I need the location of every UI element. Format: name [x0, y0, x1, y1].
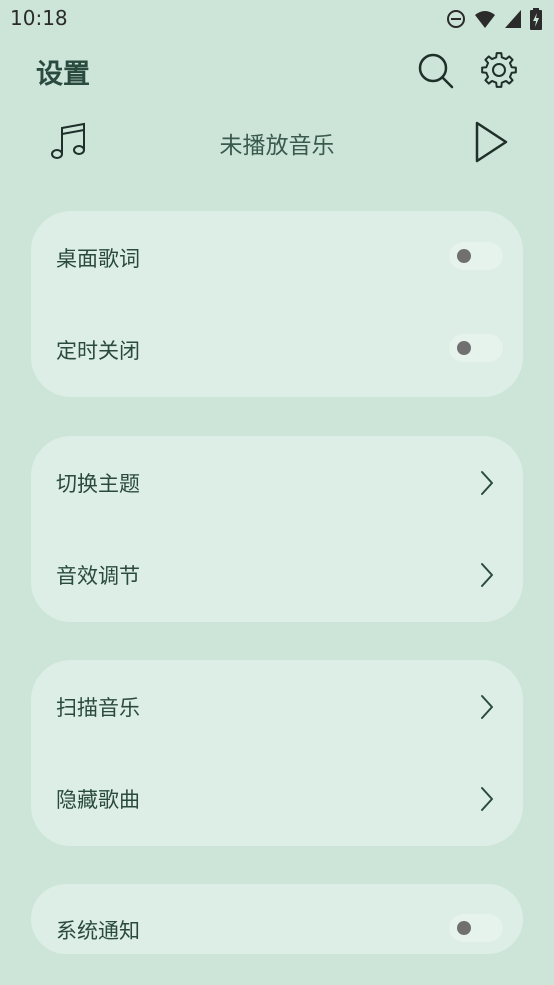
- settings-button[interactable]: [479, 50, 519, 90]
- setting-label: 系统通知: [56, 919, 140, 943]
- chevron-right-icon: [479, 694, 495, 720]
- setting-label: 扫描音乐: [56, 696, 140, 720]
- toggle-knob: [457, 249, 471, 263]
- app-header: 设置: [0, 38, 554, 102]
- chevron-right-icon: [479, 562, 495, 588]
- chevron-right-icon: [479, 786, 495, 812]
- page-title: 设置: [36, 59, 90, 90]
- now-playing-bar[interactable]: 未播放音乐: [0, 112, 554, 172]
- status-bar: 10:18: [0, 0, 554, 38]
- gear-icon: [479, 52, 519, 94]
- setting-label: 音效调节: [56, 564, 140, 588]
- settings-card: 切换主题 音效调节: [31, 436, 523, 622]
- setting-row[interactable]: 系统通知: [31, 883, 523, 975]
- signal-icon: [504, 9, 522, 33]
- play-button[interactable]: [472, 120, 510, 168]
- play-icon: [472, 121, 510, 168]
- setting-row[interactable]: 扫描音乐: [31, 660, 523, 752]
- setting-row[interactable]: 音效调节: [31, 528, 523, 620]
- search-icon: [415, 53, 455, 94]
- setting-label: 桌面歌词: [56, 247, 140, 271]
- toggle-switch[interactable]: [449, 914, 503, 942]
- chevron-right-icon: [479, 470, 495, 496]
- status-time: 10:18: [10, 6, 68, 30]
- toggle-knob: [457, 921, 471, 935]
- setting-row[interactable]: 定时关闭: [31, 303, 523, 395]
- toggle-knob: [457, 341, 471, 355]
- setting-label: 切换主题: [56, 472, 140, 496]
- setting-label: 定时关闭: [56, 339, 140, 363]
- wifi-icon: [474, 9, 496, 33]
- setting-label: 隐藏歌曲: [56, 788, 140, 812]
- now-playing-status: 未播放音乐: [219, 133, 335, 159]
- settings-card: 桌面歌词 定时关闭: [31, 211, 523, 397]
- toggle-switch[interactable]: [449, 242, 503, 270]
- setting-row[interactable]: 隐藏歌曲: [31, 752, 523, 844]
- battery-charging-icon: [530, 8, 542, 34]
- settings-card: 扫描音乐 隐藏歌曲: [31, 660, 523, 846]
- dnd-icon: [446, 9, 466, 33]
- setting-row[interactable]: 桌面歌词: [31, 211, 523, 303]
- search-button[interactable]: [415, 50, 455, 90]
- settings-card: 系统通知: [31, 884, 523, 954]
- setting-row[interactable]: 切换主题: [31, 436, 523, 528]
- toggle-switch[interactable]: [449, 334, 503, 362]
